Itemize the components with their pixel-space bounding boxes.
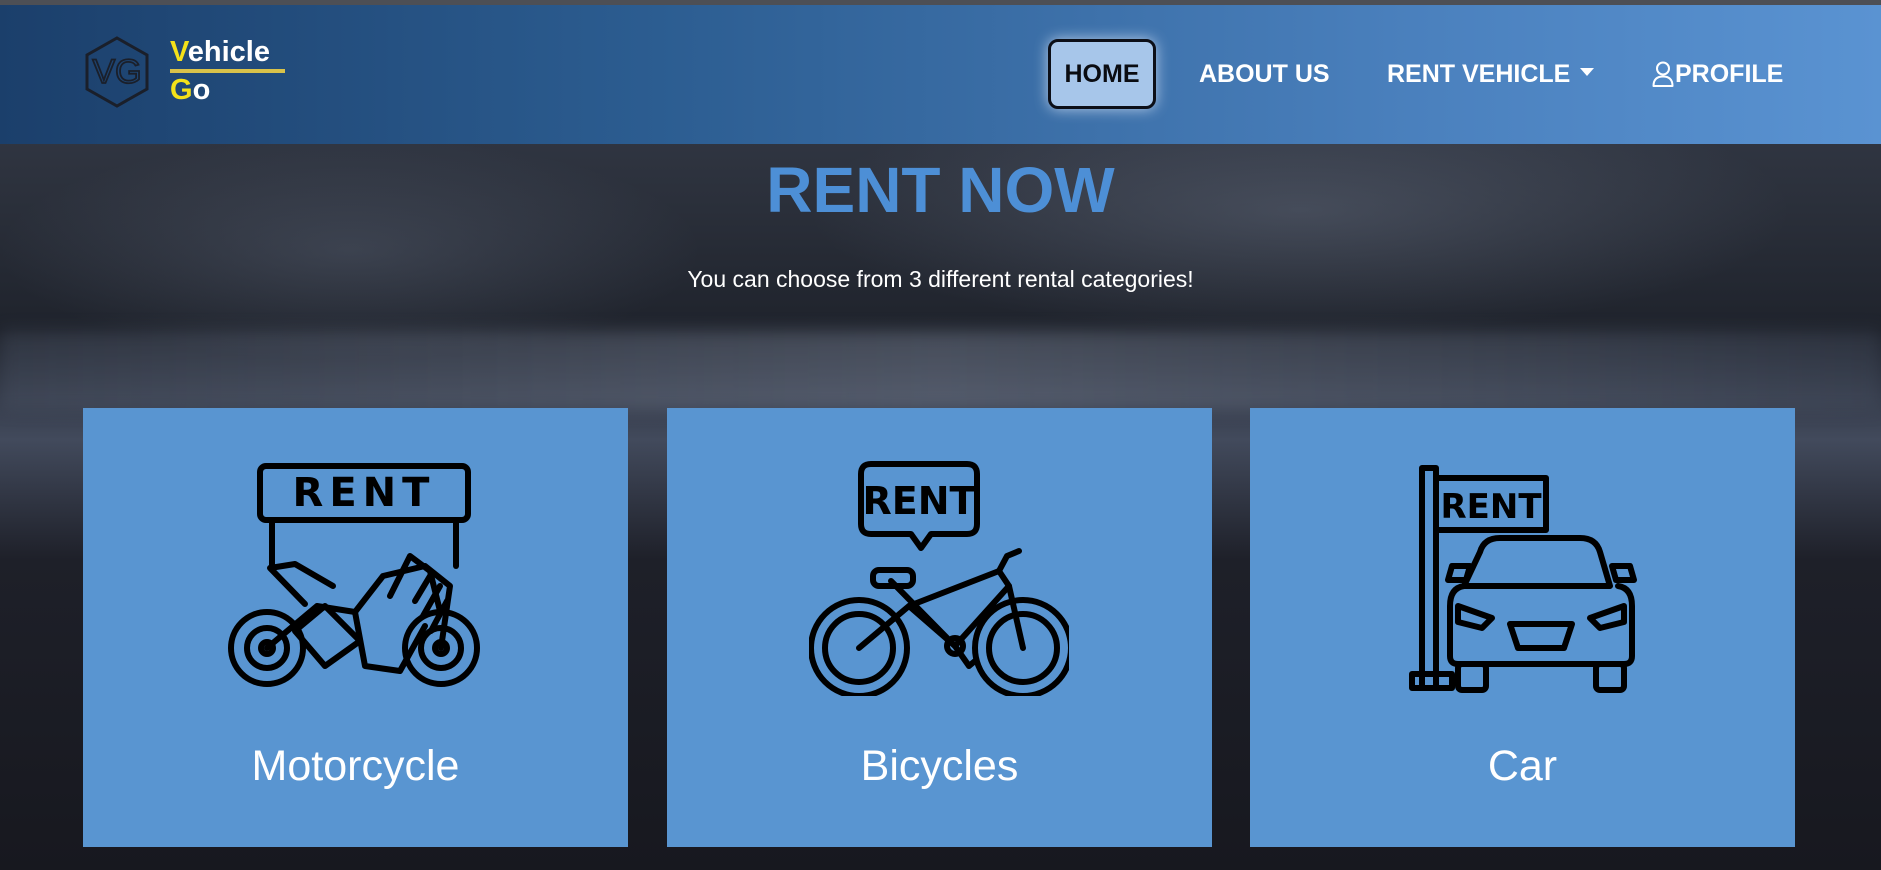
bicycle-rent-sign: RENT — [863, 479, 976, 523]
motorcycle-rent-icon: RENT — [228, 463, 480, 687]
nav-home-button[interactable]: HOME — [1048, 39, 1156, 109]
nav-profile-label: PROFILE — [1675, 60, 1784, 88]
user-icon — [1652, 61, 1674, 87]
card-label-bicycles: Bicycles — [860, 742, 1019, 790]
caret-down-icon — [1580, 68, 1595, 77]
nav-about-link[interactable]: ABOUT US — [1199, 39, 1330, 109]
brand-line-1-rest: ehicle — [187, 36, 270, 68]
logo-initials: VG — [92, 53, 141, 91]
page-title: RENT NOW — [766, 154, 1115, 226]
brand-line-2: Go — [170, 73, 285, 107]
card-label-motorcycle: Motorcycle — [251, 742, 460, 790]
brand-name[interactable]: Vehicle Go — [170, 35, 285, 107]
motorcycle-rent-sign: RENT — [293, 470, 436, 516]
car-rent-icon: RENT — [1409, 465, 1637, 693]
vg-logo-icon[interactable]: VG — [80, 35, 154, 109]
background-blur-band — [0, 330, 1881, 410]
nav-rent-vehicle-label: RENT VEHICLE — [1387, 60, 1571, 88]
car-rent-sign: RENT — [1440, 487, 1542, 527]
category-card-motorcycle[interactable]: RENT Motorcycle — [83, 408, 628, 847]
nav-rent-vehicle-dropdown[interactable]: RENT VEHICLE — [1387, 39, 1595, 109]
bicycle-rent-icon: RENT — [809, 461, 1069, 696]
nav-profile-link[interactable]: PROFILE — [1652, 39, 1783, 109]
category-card-car[interactable]: RENT Car — [1250, 408, 1795, 847]
category-card-bicycles[interactable]: RENT Bicycles — [667, 408, 1212, 847]
brand-line-2-rest: o — [192, 74, 211, 106]
card-label-car: Car — [1487, 742, 1558, 790]
brand-line-2-cap: G — [170, 74, 193, 106]
navbar: VG Vehicle Go HOME ABOUT US RENT VEHICLE… — [0, 5, 1881, 144]
brand-line-1: Vehicle — [170, 35, 285, 73]
page-subtitle: You can choose from 3 different rental c… — [687, 266, 1194, 292]
brand-line-1-cap: V — [170, 36, 188, 68]
